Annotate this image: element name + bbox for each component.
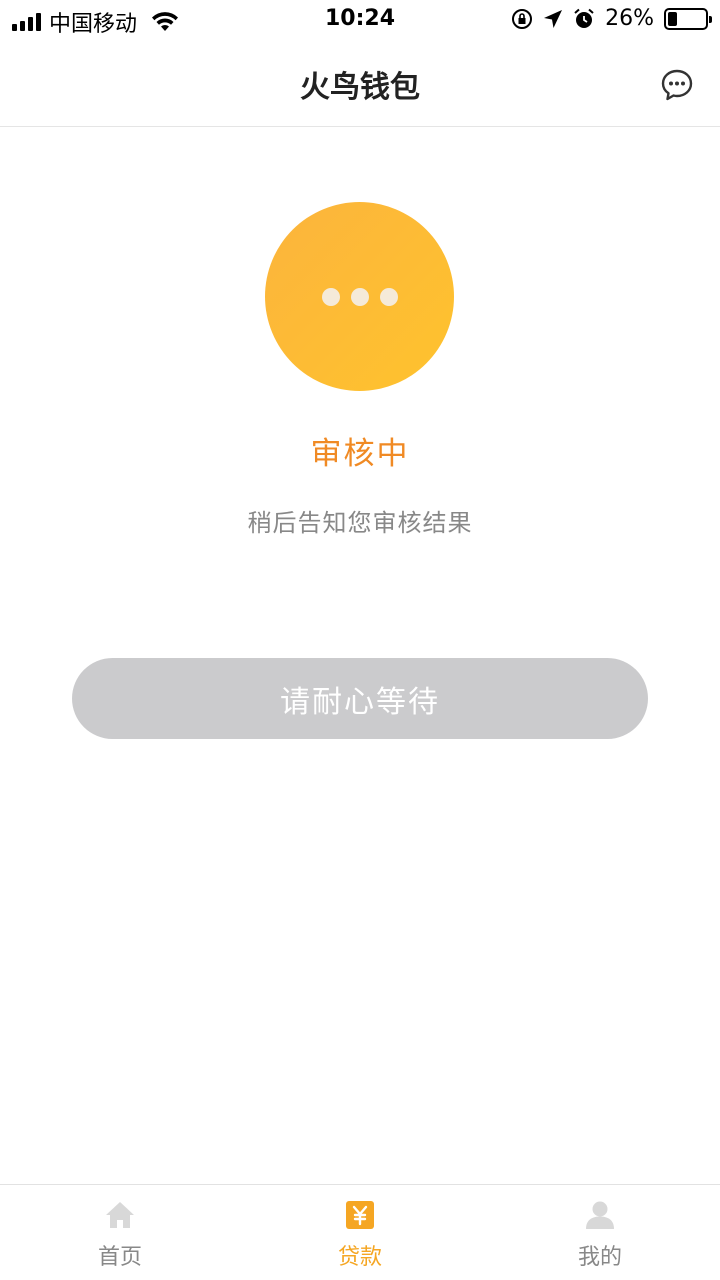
wait-button[interactable]: 请耐心等待 bbox=[72, 658, 648, 739]
chat-bubble-icon[interactable] bbox=[660, 68, 694, 102]
tab-bar: 首页 贷款 我的 bbox=[0, 1184, 720, 1280]
dot bbox=[321, 287, 340, 306]
user-icon bbox=[586, 1201, 614, 1229]
review-status-title: 审核中 bbox=[310, 436, 410, 472]
battery-icon bbox=[664, 7, 712, 30]
review-status-subtitle: 稍后告知您审核结果 bbox=[247, 509, 473, 537]
rotation-lock-icon bbox=[512, 8, 533, 29]
yuan-icon bbox=[346, 1201, 374, 1229]
alarm-clock-icon bbox=[574, 8, 594, 28]
home-icon bbox=[106, 1202, 134, 1228]
dot bbox=[350, 287, 369, 306]
page-title: 火鸟钱包 bbox=[300, 70, 420, 105]
tab-loan[interactable]: 贷款 bbox=[240, 1185, 480, 1280]
battery-percent: 26% bbox=[605, 6, 654, 31]
tab-loan-label: 贷款 bbox=[337, 1245, 382, 1270]
status-bar-right: 26% bbox=[511, 6, 712, 31]
tab-mine-label: 我的 bbox=[577, 1245, 622, 1270]
tab-home-label: 首页 bbox=[97, 1245, 142, 1270]
status-bar: 中国移动 10:24 26% bbox=[0, 0, 720, 40]
tab-mine[interactable]: 我的 bbox=[480, 1185, 720, 1280]
tab-home[interactable]: 首页 bbox=[0, 1185, 240, 1280]
more-dots-icon bbox=[265, 202, 454, 391]
location-arrow-icon bbox=[544, 9, 563, 28]
battery-fill bbox=[668, 11, 678, 26]
dot bbox=[379, 287, 398, 306]
nav-bar: 火鸟钱包 bbox=[0, 40, 720, 127]
